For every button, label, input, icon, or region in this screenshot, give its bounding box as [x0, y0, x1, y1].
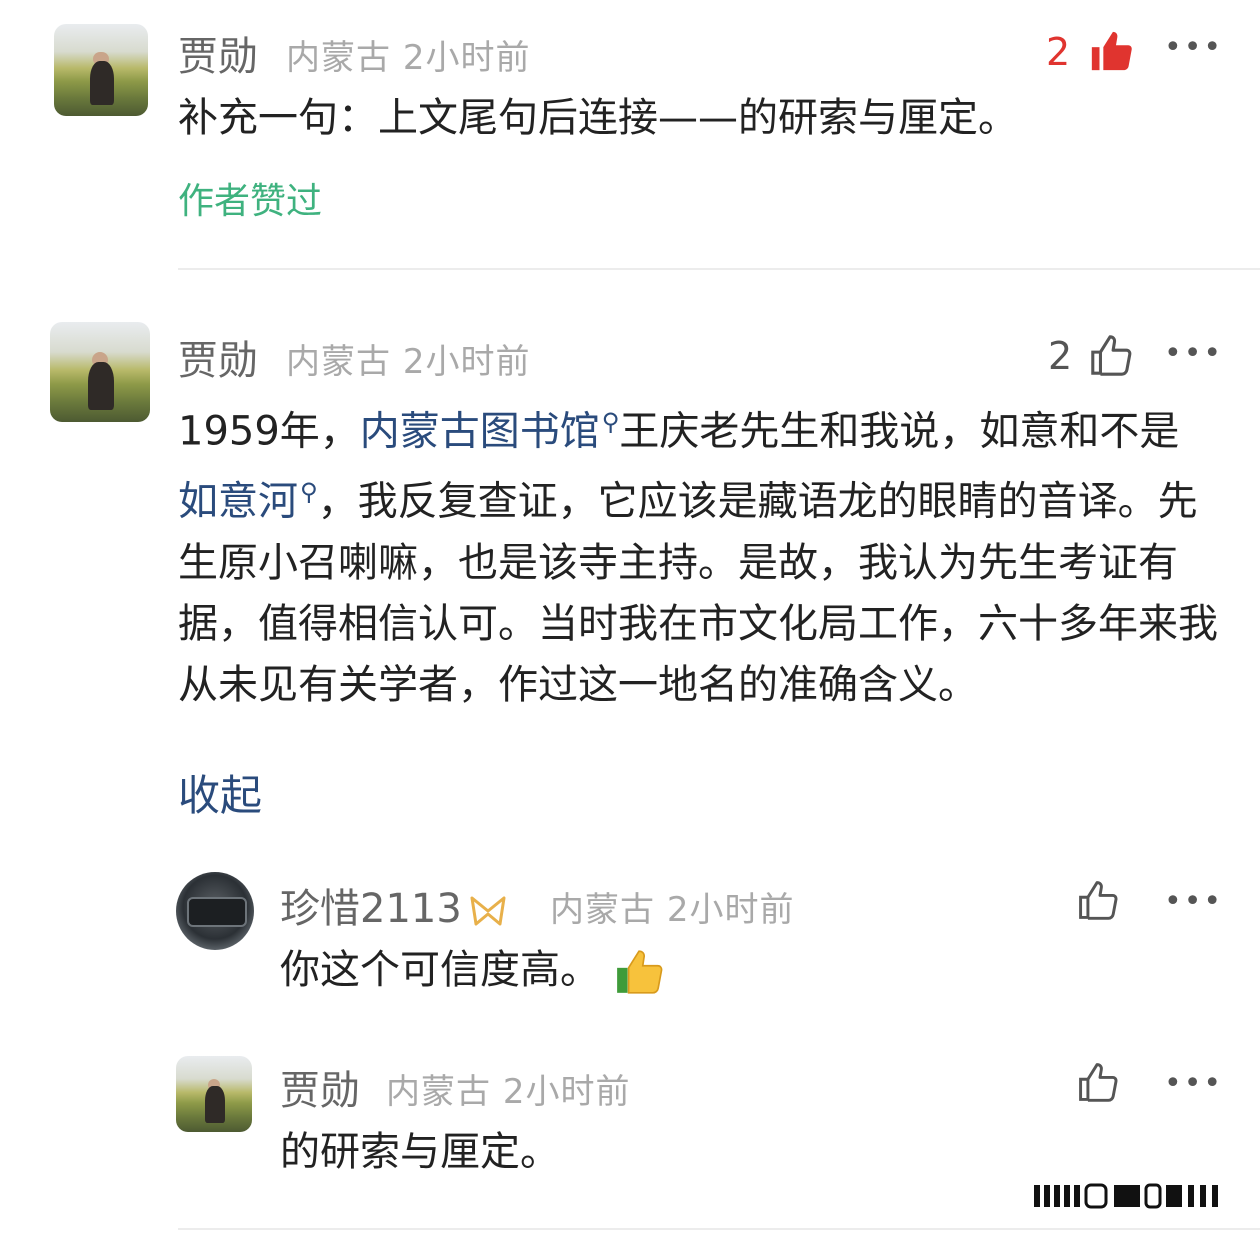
- region: 内蒙古: [550, 890, 655, 930]
- author-liked-label: 作者赞过: [178, 181, 323, 222]
- thumbs-up-emoji-icon: [617, 950, 663, 994]
- author-name[interactable]: 珍惜2113: [280, 876, 508, 934]
- timestamp: 2小时前: [502, 1072, 631, 1112]
- like-count[interactable]: 2: [1046, 30, 1070, 74]
- region: 内蒙古: [386, 1072, 491, 1112]
- keyword-link[interactable]: 内蒙古图书馆: [360, 408, 600, 454]
- avatar[interactable]: [54, 24, 148, 116]
- text-segment: ，我反复查证，它应该是藏语龙的眼睛的音译。先生原小召喇嘛，也是该寺主持。是故，我…: [178, 478, 1218, 708]
- divider: [178, 268, 1260, 270]
- avatar-figure: [204, 1086, 225, 1123]
- avatar[interactable]: [176, 872, 254, 950]
- reply-text-content: 你这个可信度高。: [280, 947, 600, 993]
- thumbs-up-outline-icon[interactable]: [1088, 332, 1134, 378]
- text-segment: 1959年，: [178, 408, 360, 455]
- more-dots-icon[interactable]: •••: [1164, 336, 1223, 371]
- collapse-button[interactable]: 收起: [178, 762, 262, 823]
- comment-text: 补充一句：上文尾句后连接——的研索与厘定。: [178, 95, 1018, 141]
- divider: [178, 1228, 1260, 1230]
- search-icon[interactable]: ⚲: [602, 392, 620, 453]
- comment-meta: 内蒙古 2小时前: [550, 882, 794, 931]
- more-dots-icon[interactable]: •••: [1164, 884, 1223, 919]
- avatar-figure: [88, 362, 114, 410]
- keyword-link[interactable]: 如意河: [178, 479, 298, 525]
- thumbs-up-filled-icon[interactable]: [1088, 28, 1134, 74]
- author-name[interactable]: 贾勋: [178, 328, 258, 386]
- search-icon[interactable]: ⚲: [300, 462, 318, 523]
- reply-text: 你这个可信度高。: [280, 940, 1180, 1001]
- comment-meta: 内蒙古 2小时前: [286, 30, 530, 79]
- reply-text: 的研索与厘定。: [280, 1129, 560, 1175]
- more-dots-icon[interactable]: •••: [1164, 30, 1223, 65]
- comment-meta: 内蒙古 2小时前: [386, 1064, 630, 1113]
- avatar-car: [186, 896, 248, 928]
- thumbs-up-outline-icon[interactable]: [1076, 1060, 1120, 1104]
- timestamp: 2小时前: [402, 38, 531, 78]
- author-name-text: 珍惜2113: [280, 886, 462, 932]
- region: 内蒙古: [286, 342, 391, 382]
- text-segment: 王庆老先生和我说，如意和不是: [619, 408, 1180, 455]
- more-dots-icon[interactable]: •••: [1164, 1066, 1223, 1101]
- avatar-figure: [89, 60, 115, 105]
- avatar[interactable]: [50, 322, 150, 422]
- watermark-logo: [1034, 1183, 1218, 1209]
- region: 内蒙古: [286, 38, 391, 78]
- timestamp: 2小时前: [666, 890, 795, 930]
- comment-meta: 内蒙古 2小时前: [286, 334, 530, 383]
- badge-icon: [470, 896, 506, 926]
- comment-text: 1959年，内蒙古图书馆⚲王庆老先生和我说，如意和不是如意河⚲，我反复查证，它应…: [178, 392, 1218, 716]
- author-name[interactable]: 贾勋: [280, 1058, 360, 1116]
- thumbs-up-outline-icon[interactable]: [1076, 878, 1120, 922]
- like-count[interactable]: 2: [1048, 334, 1072, 378]
- avatar[interactable]: [176, 1056, 252, 1132]
- timestamp: 2小时前: [402, 342, 531, 382]
- author-name[interactable]: 贾勋: [178, 24, 258, 82]
